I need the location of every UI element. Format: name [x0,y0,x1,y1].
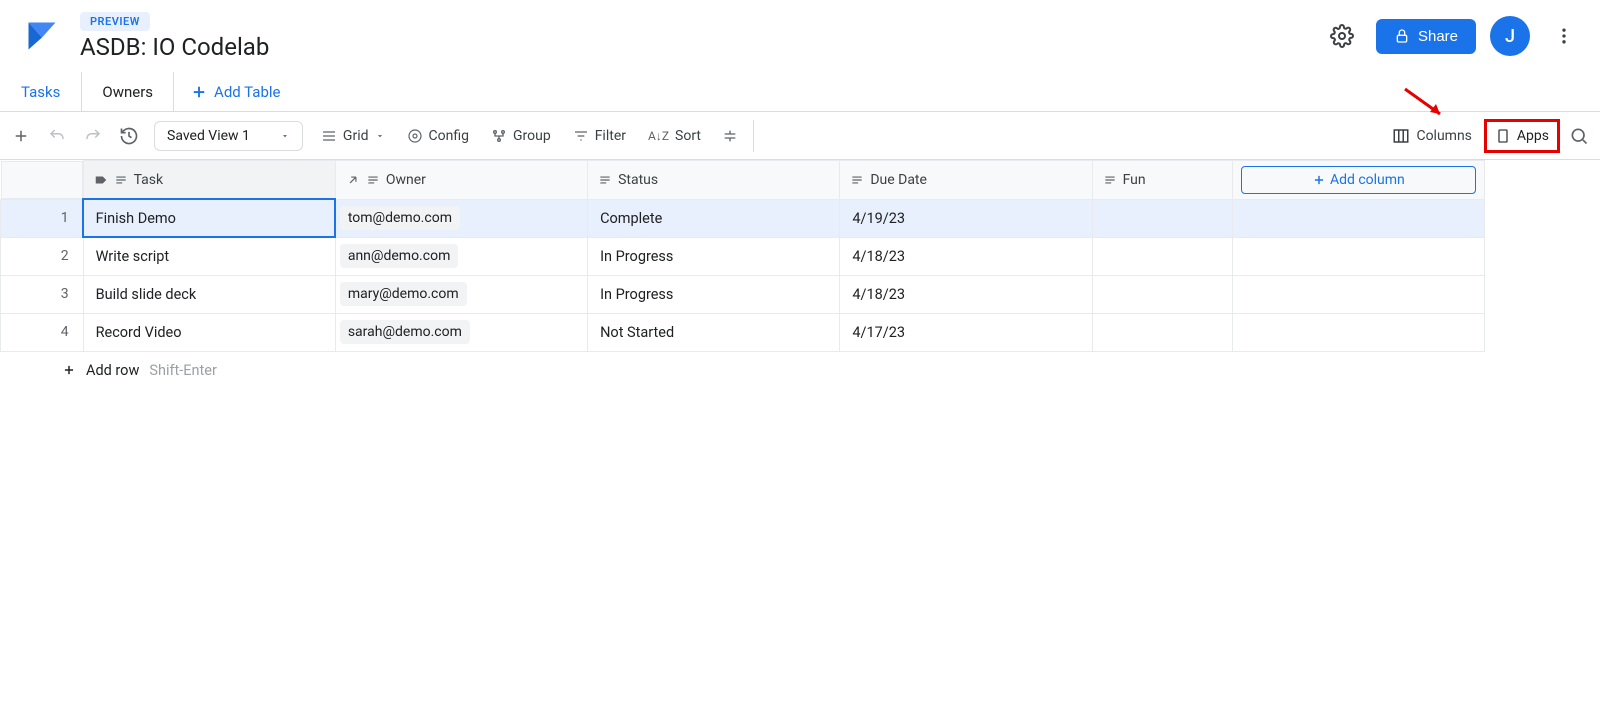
cell-fun[interactable] [1092,313,1232,351]
add-table-button[interactable]: Add Table [174,83,296,101]
add-button[interactable] [4,119,38,153]
columns-label: Columns [1416,128,1471,144]
title-block: PREVIEW ASDB: IO Codelab [80,12,1322,61]
cell-empty[interactable] [1232,199,1484,237]
column-header-due-date[interactable]: Due Date [840,161,1092,200]
cell-fun[interactable] [1092,275,1232,313]
tab-tasks[interactable]: Tasks [0,72,81,111]
tab-owners[interactable]: Owners [81,72,174,111]
text-icon [1103,173,1117,187]
cell-task[interactable]: Record Video [83,313,335,351]
history-button[interactable] [112,119,146,153]
cell-owner[interactable]: tom@demo.com [335,199,587,237]
sort-button[interactable]: A↓Z Sort [638,122,711,150]
sort-label: Sort [675,128,701,144]
table-row[interactable]: 4 Record Video sarah@demo.com Not Starte… [1,313,1485,351]
chevron-down-icon [280,131,290,141]
row-number: 1 [1,199,84,237]
grid-label: Grid [343,128,369,144]
settings-button[interactable] [1322,16,1362,56]
ref-arrow-icon [346,173,360,187]
toolbar: Saved View 1 Grid Config Group Filter A↓… [0,112,1600,160]
cell-due[interactable]: 4/18/23 [840,275,1092,313]
cell-empty[interactable] [1232,275,1484,313]
cell-due[interactable]: 4/17/23 [840,313,1092,351]
column-header-add: Add column [1232,161,1484,200]
add-column-button[interactable]: Add column [1241,166,1476,194]
cell-status[interactable]: In Progress [588,237,840,275]
page-title[interactable]: ASDB: IO Codelab [80,33,1322,61]
cell-status[interactable]: Complete [588,199,840,237]
column-header-fun[interactable]: Fun [1092,161,1232,200]
add-row-hint: Shift-Enter [149,362,217,379]
table-row[interactable]: 3 Build slide deck mary@demo.com In Prog… [1,275,1485,313]
text-icon [114,173,128,187]
cell-status[interactable]: Not Started [588,313,840,351]
group-button[interactable]: Group [481,122,561,150]
text-icon [598,173,612,187]
add-row-label: Add row [86,362,139,379]
add-table-label: Add Table [214,83,280,101]
saved-view-label: Saved View 1 [167,128,250,144]
row-height-button[interactable] [713,119,747,153]
row-number: 3 [1,275,84,313]
column-header-owner[interactable]: Owner [335,161,587,200]
cell-owner[interactable]: mary@demo.com [335,275,587,313]
cell-due[interactable]: 4/18/23 [840,237,1092,275]
app-logo [24,18,60,54]
user-avatar[interactable]: J [1490,16,1530,56]
share-button[interactable]: Share [1376,19,1476,54]
grid-view-button[interactable]: Grid [311,122,395,150]
cell-empty[interactable] [1232,237,1484,275]
cell-owner[interactable]: sarah@demo.com [335,313,587,351]
cell-task[interactable]: Build slide deck [83,275,335,313]
config-label: Config [429,128,469,144]
config-button[interactable]: Config [397,122,479,150]
data-table: Task Owner Status Due Date [0,160,1600,352]
cell-status[interactable]: In Progress [588,275,840,313]
column-header-status[interactable]: Status [588,161,840,200]
cell-task[interactable]: Write script [83,237,335,275]
cell-owner[interactable]: ann@demo.com [335,237,587,275]
cell-fun[interactable] [1092,237,1232,275]
share-label: Share [1418,28,1458,45]
saved-view-select[interactable]: Saved View 1 [154,121,303,151]
row-number-header [1,161,83,199]
column-header-task[interactable]: Task [83,161,335,200]
cell-empty[interactable] [1232,313,1484,351]
divider [753,120,754,152]
cell-task[interactable]: Finish Demo [83,199,335,237]
table-row[interactable]: 2 Write script ann@demo.com In Progress … [1,237,1485,275]
filter-button[interactable]: Filter [563,122,636,150]
app-header: PREVIEW ASDB: IO Codelab Share J [0,0,1600,72]
header-actions: Share J [1322,16,1584,56]
text-icon [850,173,864,187]
preview-badge: PREVIEW [80,12,150,31]
plus-icon [62,363,76,377]
undo-button[interactable] [40,119,74,153]
row-number: 4 [1,313,84,351]
filter-label: Filter [595,128,626,144]
redo-button[interactable] [76,119,110,153]
apps-button[interactable]: Apps [1484,119,1560,153]
columns-button[interactable]: Columns [1382,121,1481,151]
cell-fun[interactable] [1092,199,1232,237]
tabs-row: Tasks Owners Add Table [0,72,1600,112]
label-icon [94,173,108,187]
row-number: 2 [1,237,84,275]
table-row[interactable]: 1 Finish Demo tom@demo.com Complete 4/19… [1,199,1485,237]
group-label: Group [513,128,551,144]
add-row-button[interactable]: Add row Shift-Enter [0,352,1600,389]
search-button[interactable] [1562,119,1596,153]
sort-az-icon: A↓Z [648,129,669,143]
apps-label: Apps [1517,128,1549,144]
more-menu-button[interactable] [1544,16,1584,56]
cell-due[interactable]: 4/19/23 [840,199,1092,237]
text-icon [366,173,380,187]
chevron-down-icon [375,131,385,141]
